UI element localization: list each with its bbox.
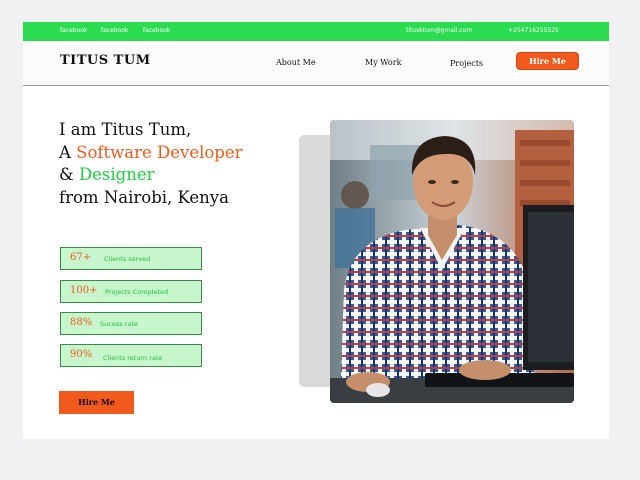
top-bar: facebook facebook facebook titusktum@gma… [23,22,609,41]
stat-value: 88% [70,317,93,328]
nav-hire-me-button[interactable]: Hire Me [516,52,579,70]
logo[interactable]: TITUS TUM [60,53,151,68]
stat-clients-served: 67+ Clients served [60,247,202,270]
hero-line-2: A Software Developer [59,142,243,165]
hero-heading: I am Titus Tum, A Software Developer & D… [59,119,243,209]
stat-label: Projects Completed [105,288,169,296]
hero-line-3-prefix: & [59,165,79,184]
phone-link[interactable]: +254716255525 [508,27,559,34]
navbar: TITUS TUM About Me My Work Projects Hire… [23,41,609,86]
hero-role-software-developer: Software Developer [76,142,243,162]
stat-label: Clients return rate [103,354,163,362]
hero-line-1: I am Titus Tum, [59,120,192,139]
stat-value: 90% [70,349,93,360]
profile-photo [330,120,574,403]
stat-success-rate: 88% Sucess rate [60,312,202,335]
hero-line-3: & Designer [59,164,243,187]
facebook-link-3[interactable]: facebook [143,27,170,34]
stat-label: Clients served [104,255,151,263]
stat-label: Sucess rate [100,320,138,328]
stat-value: 100+ [70,285,98,296]
stat-value: 67+ [70,252,92,263]
email-link[interactable]: titusktum@gmail.com [406,27,472,34]
hero-line-2-prefix: A [59,142,77,162]
nav-item-about-me[interactable]: About Me [276,58,316,67]
facebook-link-1[interactable]: facebook [60,27,87,34]
stat-clients-return-rate: 90% Clients return rate [60,344,202,367]
stat-projects-completed: 100+ Projects Completed [60,280,202,303]
hero-role-designer: Designer [78,165,155,184]
hero-line-4: from Nairobi, Kenya [59,187,229,207]
nav-item-projects[interactable]: Projects [450,59,483,68]
nav-item-my-work[interactable]: My Work [365,58,401,67]
facebook-link-2[interactable]: facebook [101,27,128,34]
hire-me-button[interactable]: Hire Me [59,391,134,414]
page-container: facebook facebook facebook titusktum@gma… [23,22,609,439]
